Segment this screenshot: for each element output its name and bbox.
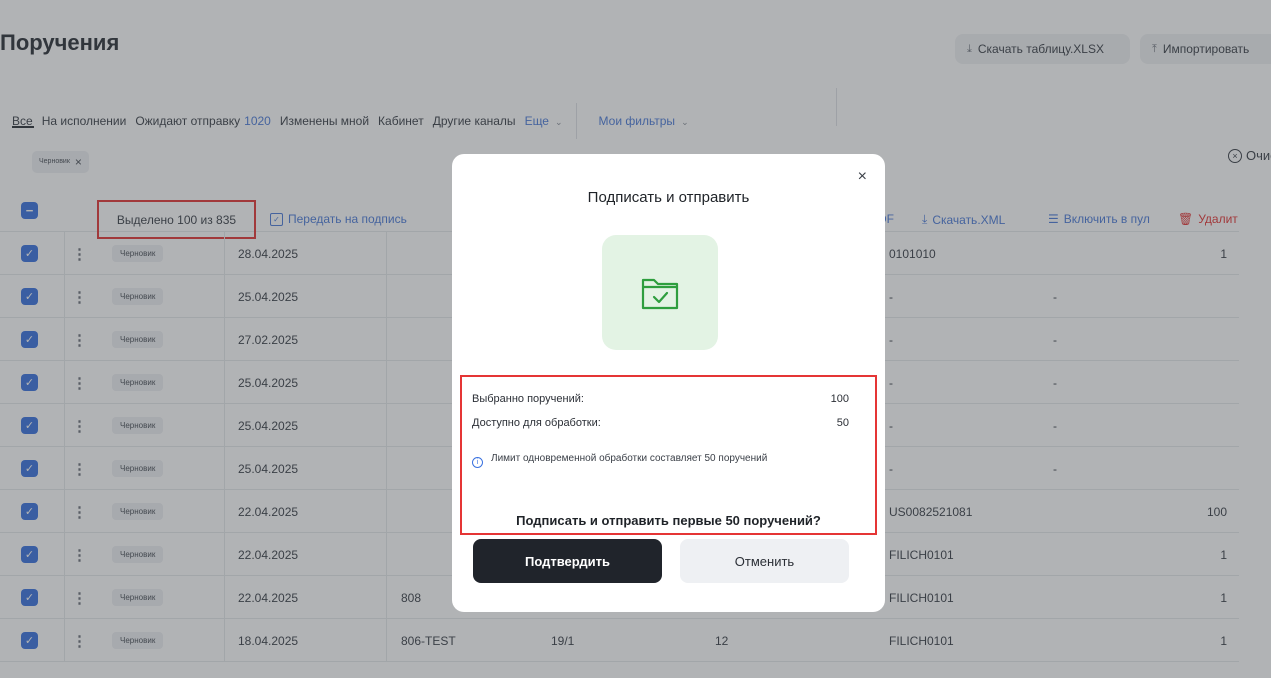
cancel-button[interactable]: Отменить — [680, 539, 849, 583]
sign-and-send-dialog: × Подписать и отправить Выбранно поручен… — [452, 154, 885, 612]
available-orders-value: 50 — [836, 417, 849, 429]
available-orders-label: Доступно для обработки: — [472, 417, 601, 429]
confirm-question: Подписать и отправить первые 50 поручени… — [516, 513, 821, 528]
available-orders-row: Доступно для обработки: 50 — [472, 417, 849, 429]
processing-info-box: Выбранно поручений: 100 Доступно для обр… — [460, 375, 877, 535]
confirm-button[interactable]: Подтвердить — [473, 539, 662, 583]
selected-orders-value: 100 — [830, 393, 849, 405]
info-icon: i — [472, 457, 483, 468]
dialog-title: Подписать и отправить — [587, 189, 750, 206]
selected-orders-label: Выбранно поручений: — [472, 393, 584, 405]
page: Поручения ⤓ Скачать таблицу.XLSX ⤒ Импор… — [0, 0, 1271, 678]
close-icon[interactable]: × — [858, 168, 867, 186]
limit-note-text: Лимит одновременной обработки составляет… — [491, 453, 768, 464]
selected-orders-row: Выбранно поручений: 100 — [472, 393, 849, 405]
limit-note: i Лимит одновременной обработки составля… — [472, 453, 832, 468]
folder-check-icon — [602, 235, 718, 350]
